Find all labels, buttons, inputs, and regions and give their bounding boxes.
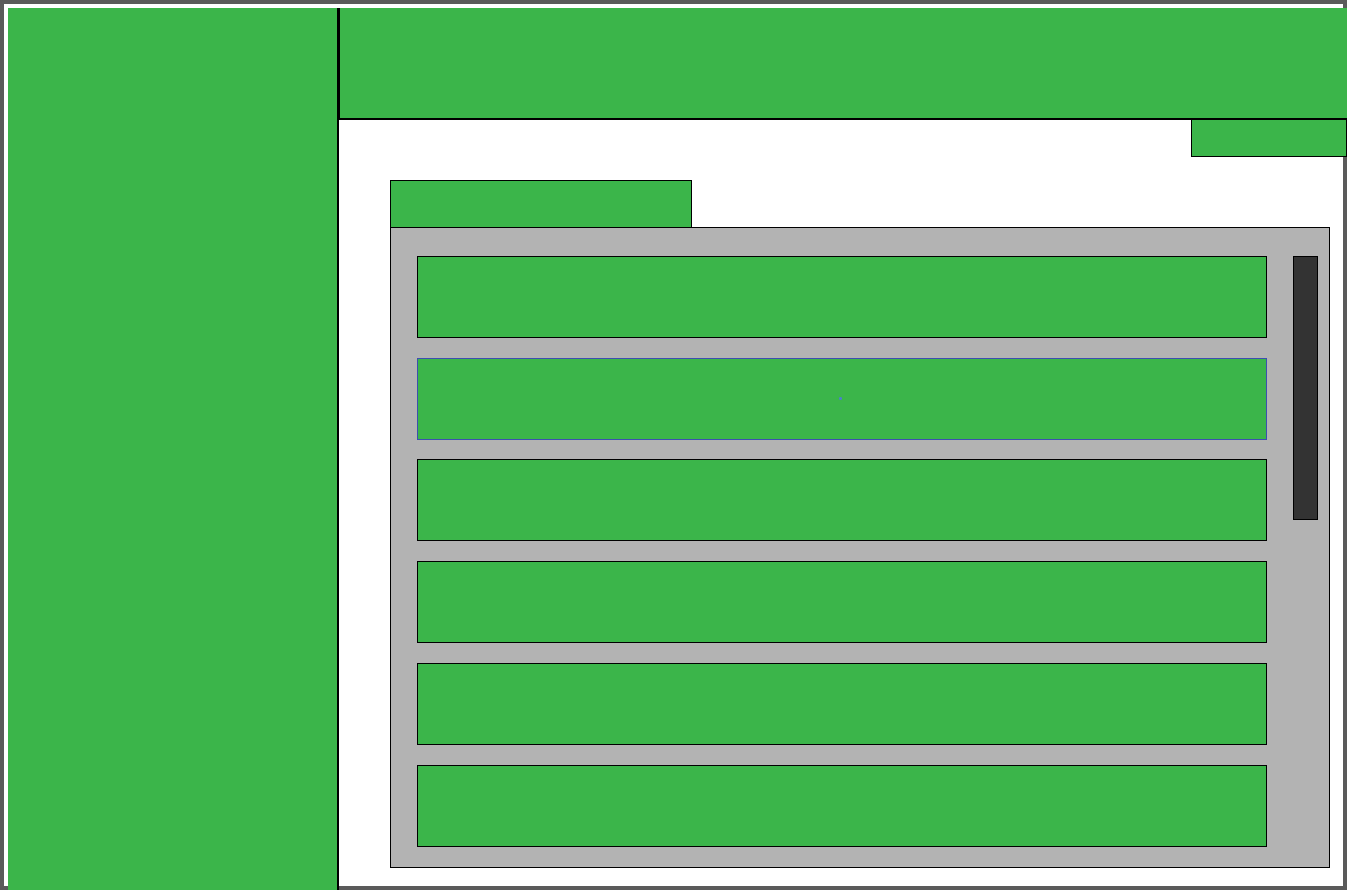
list-item[interactable] bbox=[417, 561, 1267, 643]
list-item-selected[interactable] bbox=[417, 358, 1267, 440]
list-item[interactable] bbox=[417, 459, 1267, 541]
list-item[interactable] bbox=[417, 663, 1267, 745]
list-item[interactable] bbox=[417, 765, 1267, 847]
scrollbar-thumb[interactable] bbox=[1293, 256, 1318, 520]
app-window bbox=[0, 0, 1347, 890]
sidebar[interactable] bbox=[8, 8, 339, 890]
header-banner bbox=[338, 8, 1347, 120]
list-item[interactable] bbox=[417, 256, 1267, 338]
selection-indicator bbox=[839, 397, 842, 400]
section-tab[interactable] bbox=[390, 180, 692, 228]
header-action-button[interactable] bbox=[1191, 119, 1347, 157]
